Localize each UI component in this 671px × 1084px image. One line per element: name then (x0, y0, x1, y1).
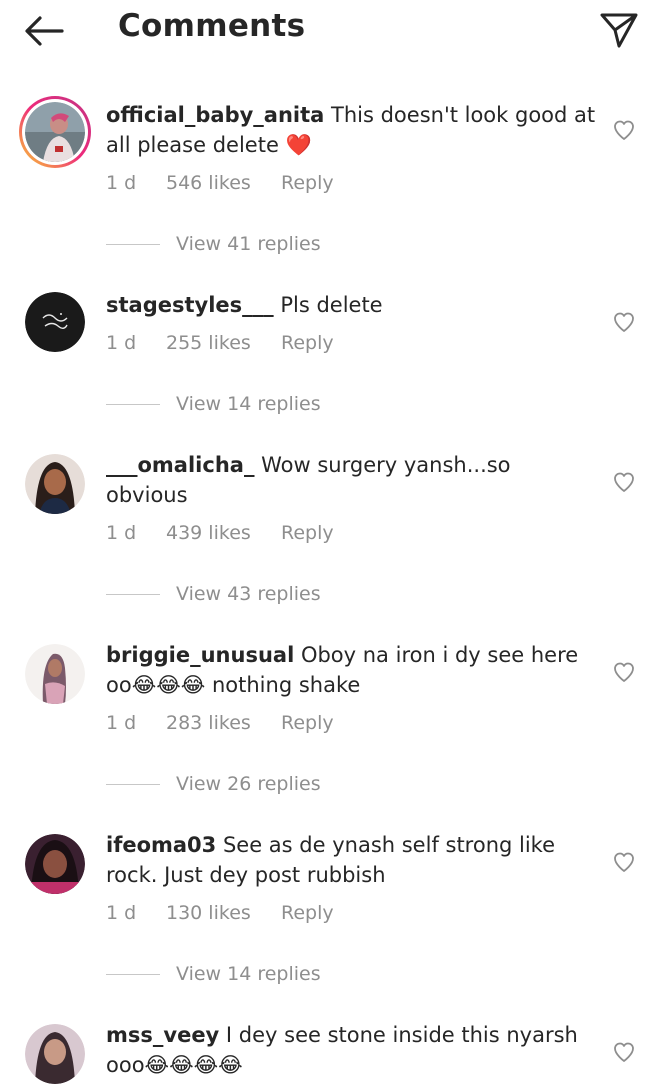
view-replies-label: View 41 replies (176, 233, 321, 255)
view-replies-button[interactable]: View 41 replies (106, 229, 321, 259)
comment-meta: 1 d 283 likes Reply (106, 712, 334, 734)
comment-username[interactable]: official_baby_anita (106, 103, 324, 127)
divider-line (106, 243, 160, 245)
direct-send-icon (600, 13, 638, 48)
comment-username[interactable]: briggie_unusual (106, 643, 294, 667)
view-replies-button[interactable]: View 43 replies (106, 579, 321, 609)
avatar[interactable] (25, 454, 85, 514)
view-replies-button[interactable]: View 14 replies (106, 389, 321, 419)
arrow-left-icon (25, 16, 64, 46)
comment-username[interactable]: ifeoma03 (106, 833, 216, 857)
heart-outline-icon[interactable] (612, 1040, 636, 1064)
divider-line (106, 783, 160, 785)
comment-time: 1 d (106, 172, 137, 194)
heart-outline-icon[interactable] (612, 850, 636, 874)
view-replies-label: View 14 replies (176, 963, 321, 985)
comment-likes[interactable]: 546 likes (166, 172, 281, 194)
avatar[interactable] (25, 834, 85, 894)
header: Comments (0, 0, 671, 62)
comment-time: 1 d (106, 332, 137, 354)
comment-likes[interactable]: 130 likes (166, 902, 281, 924)
avatar[interactable] (25, 644, 85, 704)
comment-text: Pls delete (273, 293, 383, 317)
avatar[interactable] (25, 292, 85, 352)
comment-likes[interactable]: 283 likes (166, 712, 281, 734)
divider-line (106, 403, 160, 405)
view-replies-button[interactable]: View 26 replies (106, 769, 321, 799)
avatar-story-ring[interactable] (19, 96, 91, 168)
comment-likes[interactable]: 439 likes (166, 522, 281, 544)
avatar[interactable] (25, 1024, 85, 1084)
comment-time: 1 d (106, 902, 137, 924)
comment-meta: 1 d 255 likes Reply (106, 332, 334, 354)
divider-line (106, 593, 160, 595)
reply-button[interactable]: Reply (281, 902, 334, 924)
direct-send-button[interactable] (599, 10, 639, 50)
heart-outline-icon[interactable] (612, 470, 636, 494)
view-replies-label: View 14 replies (176, 393, 321, 415)
view-replies-button[interactable]: View 14 replies (106, 959, 321, 989)
page-title: Comments (118, 8, 306, 44)
comment-time: 1 d (106, 522, 137, 544)
comment-meta: 1 d 546 likes Reply (106, 172, 334, 194)
reply-button[interactable]: Reply (281, 172, 334, 194)
comment-username[interactable]: mss_veey (106, 1023, 219, 1047)
view-replies-label: View 26 replies (176, 773, 321, 795)
heart-outline-icon[interactable] (612, 310, 636, 334)
comment-meta: 1 d 130 likes Reply (106, 902, 334, 924)
comment-meta: 1 d 439 likes Reply (106, 522, 334, 544)
comment-likes[interactable]: 255 likes (166, 332, 281, 354)
back-button[interactable] (22, 12, 66, 50)
reply-button[interactable]: Reply (281, 522, 334, 544)
divider-line (106, 973, 160, 975)
comment-time: 1 d (106, 712, 137, 734)
view-replies-label: View 43 replies (176, 583, 321, 605)
comment-username[interactable]: stagestyles___ (106, 293, 274, 317)
heart-outline-icon[interactable] (612, 118, 636, 142)
avatar (25, 102, 85, 162)
reply-button[interactable]: Reply (281, 332, 334, 354)
reply-button[interactable]: Reply (281, 712, 334, 734)
comment-username[interactable]: ___omalicha_ (106, 453, 254, 477)
heart-outline-icon[interactable] (612, 660, 636, 684)
